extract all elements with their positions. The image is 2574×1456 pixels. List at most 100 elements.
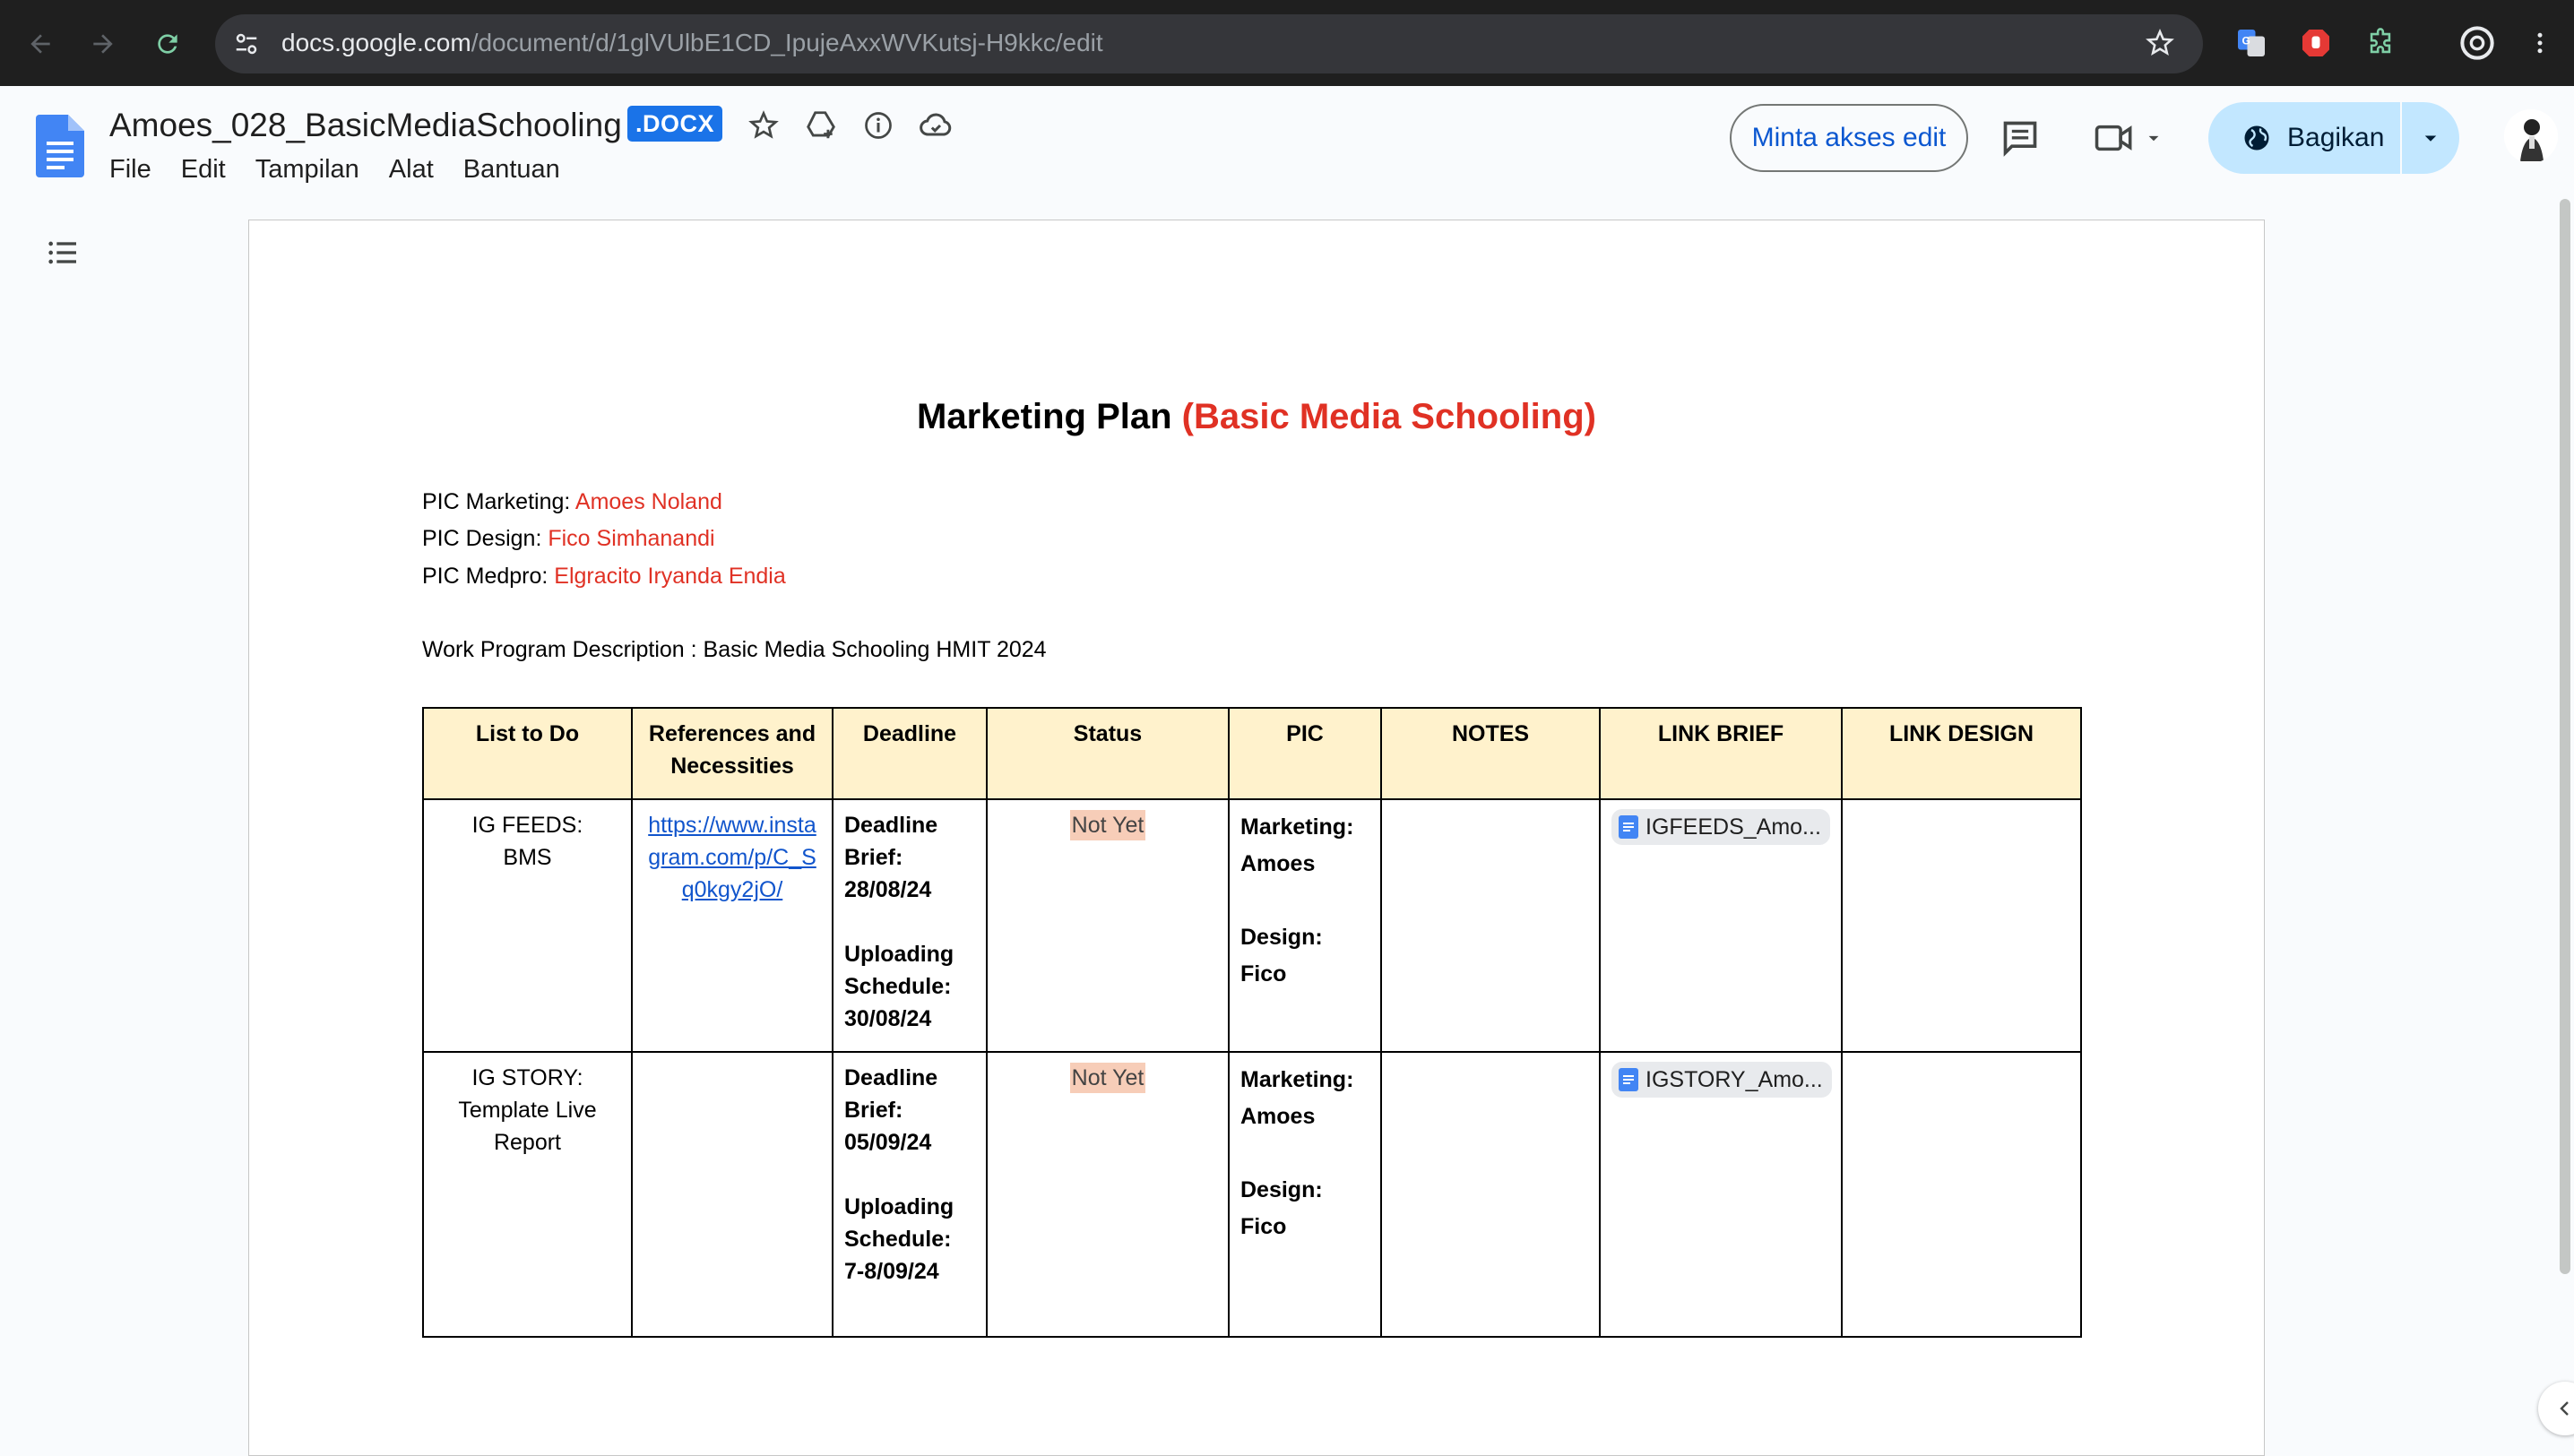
pic-name: Amoes bbox=[1240, 1104, 1316, 1129]
document-outline-button[interactable] bbox=[43, 233, 82, 272]
cell-link-design bbox=[1841, 1051, 2082, 1338]
move-to-drive-button[interactable] bbox=[803, 108, 839, 143]
forward-button[interactable] bbox=[79, 20, 127, 68]
status-badge: Not Yet bbox=[1069, 810, 1146, 840]
video-camera-icon bbox=[2095, 125, 2132, 151]
reference-link[interactable]: https://www.instagram.com/p/C_Sq0kgy2jO/ bbox=[648, 813, 816, 902]
menu-file[interactable]: File bbox=[109, 152, 151, 186]
document-details-button[interactable] bbox=[860, 108, 896, 143]
menu-help[interactable]: Bantuan bbox=[463, 152, 560, 186]
star-icon bbox=[2146, 29, 2174, 56]
file-type-badge[interactable]: .DOCX bbox=[627, 106, 723, 142]
file-smart-chip[interactable]: IGSTORY_Amo... bbox=[1611, 1062, 1832, 1098]
bookmark-button[interactable] bbox=[2138, 22, 2181, 65]
account-avatar[interactable] bbox=[2504, 109, 2558, 163]
cloud-done-icon bbox=[920, 113, 952, 136]
puzzle-icon bbox=[2370, 28, 2391, 54]
share-options-button[interactable] bbox=[2402, 102, 2459, 174]
header-notes: NOTES bbox=[1380, 707, 1601, 800]
pic-marketing-line: PIC Marketing: Amoes Noland bbox=[422, 487, 722, 517]
pic-medpro-value: Elgracito Iryanda Endia bbox=[554, 564, 786, 589]
chevron-left-icon bbox=[2560, 1401, 2569, 1416]
avatar-image bbox=[2504, 109, 2558, 163]
translate-extension-button[interactable]: G bbox=[2230, 22, 2273, 65]
header-link-design: LINK DESIGN bbox=[1841, 707, 2082, 800]
header-link-brief: LINK BRIEF bbox=[1599, 707, 1843, 800]
deadline-label: Brief: bbox=[844, 1098, 903, 1123]
list-line: BMS bbox=[503, 845, 552, 870]
docs-file-icon bbox=[1619, 815, 1638, 839]
url-host: docs.google.com bbox=[281, 29, 471, 56]
header-references: References and Necessities bbox=[631, 707, 834, 800]
url-text[interactable]: docs.google.com/document/d/1glVUlbE1CD_I… bbox=[281, 27, 1103, 59]
pic-name: Fico bbox=[1240, 1214, 1287, 1239]
table-row: IG STORY: Template Live Report Deadline … bbox=[422, 1051, 2082, 1338]
upload-date: 30/08/24 bbox=[844, 1006, 932, 1031]
pic-name: Amoes bbox=[1240, 851, 1316, 876]
back-button[interactable] bbox=[16, 20, 65, 68]
marketing-plan-table: List to Do References and Necessities De… bbox=[422, 707, 2082, 1338]
cell-link-brief: IGSTORY_Amo... bbox=[1599, 1051, 1843, 1338]
save-status-button[interactable] bbox=[918, 108, 954, 143]
pic-marketing-label: PIC Marketing: bbox=[422, 489, 575, 514]
pic-name: Fico bbox=[1240, 961, 1287, 986]
cell-notes bbox=[1380, 1051, 1601, 1338]
cell-pic: Marketing: Amoes Design: Fico bbox=[1228, 1051, 1382, 1338]
upload-label: Uploading bbox=[844, 942, 954, 967]
site-info-button[interactable] bbox=[228, 25, 265, 63]
file-chip-label: IGFEEDS_Amo... bbox=[1645, 814, 1821, 840]
star-icon bbox=[748, 110, 779, 139]
cell-references: https://www.instagram.com/p/C_Sq0kgy2jO/ bbox=[631, 798, 834, 1053]
stop-hand-icon bbox=[2302, 30, 2329, 56]
vertical-scrollbar[interactable] bbox=[2560, 199, 2570, 1274]
pic-design-label: PIC Design: bbox=[422, 526, 548, 551]
menu-view[interactable]: Tampilan bbox=[255, 152, 359, 186]
profile-ring-icon bbox=[2460, 26, 2494, 60]
menu-bar: File Edit Tampilan Alat Bantuan bbox=[109, 152, 590, 186]
list-icon bbox=[48, 241, 76, 264]
url-path: /document/d/1glVUlbE1CD_IpujeAxxWVKutsj-… bbox=[471, 29, 1103, 56]
profile-button[interactable] bbox=[2456, 22, 2499, 65]
document-title[interactable]: Amoes_028_BasicMediaSchooling bbox=[109, 106, 622, 145]
chevron-down-icon bbox=[2424, 135, 2437, 142]
drive-add-icon bbox=[807, 111, 835, 139]
pic-design-value: Fico Simhanandi bbox=[548, 526, 715, 551]
docs-home-button[interactable] bbox=[36, 115, 84, 177]
reload-button[interactable] bbox=[143, 20, 192, 68]
file-smart-chip[interactable]: IGFEEDS_Amo... bbox=[1611, 809, 1830, 845]
chevron-down-icon bbox=[2148, 135, 2159, 142]
header-list-to-do: List to Do bbox=[422, 707, 633, 800]
cell-deadline: Deadline Brief: 28/08/24 Uploading Sched… bbox=[832, 798, 988, 1053]
upload-label: Schedule: bbox=[844, 974, 952, 999]
request-edit-access-button[interactable]: Minta akses edit bbox=[1730, 104, 1968, 172]
adblock-extension-button[interactable] bbox=[2294, 22, 2337, 65]
pic-design-line: PIC Design: Fico Simhanandi bbox=[422, 523, 715, 554]
cell-deadline: Deadline Brief: 05/09/24 Uploading Sched… bbox=[832, 1051, 988, 1338]
comments-button[interactable] bbox=[1999, 116, 2042, 159]
status-badge: Not Yet bbox=[1069, 1063, 1146, 1093]
menu-edit[interactable]: Edit bbox=[181, 152, 226, 186]
share-button[interactable]: Bagikan bbox=[2208, 102, 2400, 174]
browser-menu-button[interactable] bbox=[2518, 22, 2561, 65]
list-line: IG STORY: bbox=[471, 1065, 583, 1090]
meet-button[interactable] bbox=[2094, 115, 2174, 161]
extensions-button[interactable] bbox=[2359, 22, 2402, 65]
heading-accent: (Basic Media Schooling) bbox=[1181, 397, 1596, 436]
deadline-brief-date: 28/08/24 bbox=[844, 877, 932, 902]
menu-tools[interactable]: Alat bbox=[389, 152, 434, 186]
list-line: IG FEEDS: bbox=[471, 813, 583, 838]
table-row: IG FEEDS: BMS https://www.instagram.com/… bbox=[422, 798, 2082, 1053]
share-label: Bagikan bbox=[2287, 123, 2385, 152]
cell-pic: Marketing: Amoes Design: Fico bbox=[1228, 798, 1382, 1053]
deadline-brief-date: 05/09/24 bbox=[844, 1130, 932, 1155]
side-panel-toggle-button[interactable] bbox=[2538, 1382, 2574, 1435]
browser-toolbar: docs.google.com/document/d/1glVUlbE1CD_I… bbox=[0, 0, 2574, 86]
pic-role: Marketing: bbox=[1240, 1067, 1354, 1092]
deadline-label: Deadline bbox=[844, 813, 938, 838]
star-button[interactable] bbox=[746, 108, 782, 143]
reload-icon bbox=[158, 34, 177, 54]
docs-logo-icon bbox=[36, 115, 84, 177]
cell-list-to-do: IG STORY: Template Live Report bbox=[422, 1051, 633, 1338]
share-button-group: Bagikan bbox=[2208, 102, 2459, 174]
list-line: Report bbox=[493, 1130, 562, 1155]
